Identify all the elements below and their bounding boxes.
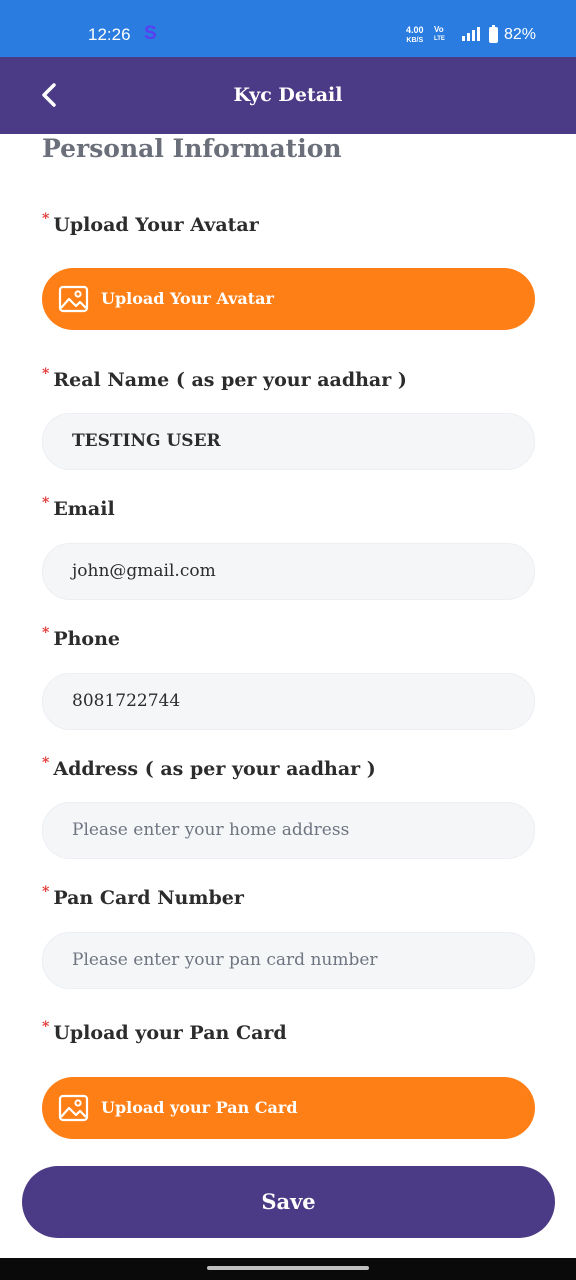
volte-bottom: LTE [434, 36, 445, 42]
upload-pan-card-label: Upload your Pan Card [101, 1098, 298, 1117]
required-star: * [42, 625, 50, 641]
email-label-text: Email [53, 498, 115, 520]
required-star: * [42, 1019, 50, 1035]
required-star: * [42, 366, 50, 382]
pan-number-label: * Pan Card Number [42, 884, 244, 909]
image-icon [58, 285, 89, 313]
pan-card-label: * Upload your Pan Card [42, 1019, 287, 1044]
pan-number-input[interactable]: Please enter your pan card number [42, 932, 535, 989]
status-time: 12:26 [88, 25, 131, 44]
avatar-label-text: Upload Your Avatar [53, 214, 259, 236]
status-bar: 12:26 S 4.00 KB/S Vo LTE 82% [0, 0, 576, 57]
address-input[interactable]: Please enter your home address [42, 802, 535, 859]
real-name-label-text: Real Name ( as per your aadhar ) [53, 369, 407, 391]
real-name-field[interactable]: TESTING USER [42, 413, 535, 470]
network-speed-value: 4.00 [406, 25, 424, 35]
home-gesture-handle[interactable] [207, 1266, 369, 1270]
avatar-label: * Upload Your Avatar [42, 211, 259, 236]
section-title: Personal Information [42, 134, 342, 163]
phone-label-text: Phone [53, 628, 121, 650]
phone-field[interactable]: 8081722744 [42, 673, 535, 730]
address-label-text: Address ( as per your aadhar ) [53, 758, 376, 780]
battery-percent: 82% [504, 26, 537, 43]
upload-avatar-label: Upload Your Avatar [101, 289, 274, 308]
network-speed-unit: KB/S [406, 37, 424, 44]
pan-number-label-text: Pan Card Number [53, 887, 244, 909]
required-star: * [42, 495, 50, 511]
email-label: * Email [42, 495, 115, 520]
required-star: * [42, 211, 50, 227]
volte-indicator: Vo LTE [434, 26, 445, 43]
phone-label: * Phone [42, 625, 121, 650]
network-speed: 4.00 KB/S [406, 26, 424, 45]
battery-icon [489, 25, 498, 43]
app-bar: Kyc Detail [0, 57, 576, 134]
upload-pan-card-button[interactable]: Upload your Pan Card [42, 1077, 535, 1139]
system-nav-bar [0, 1258, 576, 1280]
app-notification-icon: S [144, 23, 157, 44]
email-field[interactable]: john@gmail.com [42, 543, 535, 600]
signal-icon [462, 27, 480, 41]
real-name-label: * Real Name ( as per your aadhar ) [42, 366, 407, 391]
required-star: * [42, 755, 50, 771]
image-icon [58, 1094, 89, 1122]
page-title: Kyc Detail [233, 84, 343, 106]
address-label: * Address ( as per your aadhar ) [42, 755, 376, 780]
required-star: * [42, 884, 50, 900]
save-button[interactable]: Save [22, 1166, 555, 1238]
pan-card-label-text: Upload your Pan Card [53, 1022, 287, 1044]
upload-avatar-button[interactable]: Upload Your Avatar [42, 268, 535, 330]
volte-top: Vo [434, 25, 444, 34]
